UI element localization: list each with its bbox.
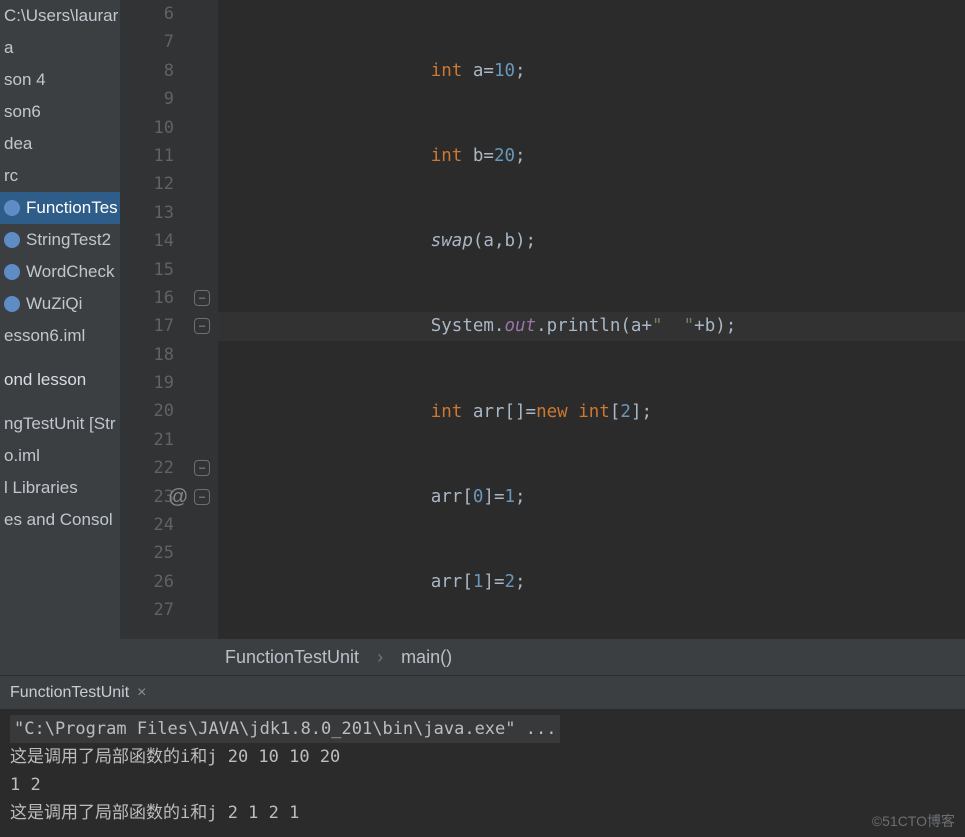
code-editor[interactable]: int a=10; int b=20; swap(a,b); System.ou… [218,0,965,639]
line-number: 9 [120,85,174,113]
sidebar-item-label: es and Consol [4,504,113,536]
line-number: 10 [120,114,174,142]
sidebar-item-label: a [4,32,13,64]
line-number: 7 [120,28,174,56]
line-number: 18 [120,341,174,369]
run-tab-label: FunctionTestUnit [10,684,129,702]
sidebar-item[interactable]: esson6.iml [0,320,120,352]
sidebar-item[interactable]: rc [0,160,120,192]
project-sidebar[interactable]: C:\Users\laurar ason 4son6dearcFunctionT… [0,0,120,639]
line-number: 15 [120,256,174,284]
line-number: 13 [120,199,174,227]
sidebar-item[interactable]: a [0,32,120,64]
sidebar-item-label: rc [4,160,18,192]
sidebar-section-header: ond lesson [0,364,120,396]
console-line: 这是调用了局部函数的i和j 20 10 10 20 [10,743,955,771]
line-number: 22 [120,454,174,482]
class-icon [4,296,20,312]
sidebar-item-label: l Libraries [4,472,78,504]
sidebar-item-label: o.iml [4,440,40,472]
sidebar-item[interactable]: son 4 [0,64,120,96]
sidebar-item-label: FunctionTes [26,192,118,224]
console-command: "C:\Program Files\JAVA\jdk1.8.0_201\bin\… [10,715,560,743]
watermark: ©51CTO博客 [872,811,955,831]
breadcrumb-class[interactable]: FunctionTestUnit [225,647,359,668]
line-number: 26 [120,568,174,596]
sidebar-item-label: esson6.iml [4,320,85,352]
line-number: 21 [120,426,174,454]
line-number: 25 [120,539,174,567]
sidebar-item[interactable]: FunctionTes [0,192,120,224]
line-number: 20 [120,397,174,425]
line-number: 6 [120,0,174,28]
fold-marker[interactable]: – [194,290,210,306]
sidebar-item-label: WordCheck [26,256,115,288]
fold-column[interactable]: – – – @ – [190,0,218,639]
breadcrumb-method[interactable]: main() [401,647,452,668]
sidebar-item-label: StringTest2 [26,224,111,256]
line-number: 17 [120,312,174,340]
breadcrumb[interactable]: FunctionTestUnit › main() [0,639,965,675]
sidebar-item[interactable]: WuZiQi [0,288,120,320]
line-number: 24 [120,511,174,539]
sidebar-item-label: ngTestUnit [Str [4,408,116,440]
line-number: 19 [120,369,174,397]
class-icon [4,200,20,216]
fold-marker[interactable]: – [194,318,210,334]
override-icon[interactable]: @ [168,486,188,509]
sidebar-item[interactable]: o.iml [0,440,120,472]
line-number: 14 [120,227,174,255]
sidebar-item[interactable]: es and Consol [0,504,120,536]
class-icon [4,264,20,280]
run-tool-tabs[interactable]: FunctionTestUnit × [0,675,965,709]
console-line: 1 2 [10,771,955,799]
console-output[interactable]: "C:\Program Files\JAVA\jdk1.8.0_201\bin\… [0,709,965,837]
line-number: 23 [120,483,174,511]
fold-marker[interactable]: – [194,489,210,505]
line-number: 16 [120,284,174,312]
project-path: C:\Users\laurar [0,0,120,32]
sidebar-item-label: son 4 [4,64,46,96]
sidebar-item[interactable]: son6 [0,96,120,128]
line-number: 27 [120,596,174,624]
chevron-right-icon: › [377,647,383,668]
sidebar-item[interactable]: dea [0,128,120,160]
close-icon[interactable]: × [137,684,146,702]
line-number: 8 [120,57,174,85]
sidebar-item-label: dea [4,128,32,160]
sidebar-item-label: son6 [4,96,41,128]
sidebar-item[interactable]: WordCheck [0,256,120,288]
run-tab[interactable]: FunctionTestUnit × [0,676,157,709]
sidebar-item[interactable]: ngTestUnit [Str [0,408,120,440]
line-number-gutter: 6789101112131415161718192021222324252627 [120,0,190,639]
sidebar-item[interactable]: l Libraries [0,472,120,504]
class-icon [4,232,20,248]
line-number: 11 [120,142,174,170]
fold-marker[interactable]: – [194,460,210,476]
sidebar-item[interactable]: StringTest2 [0,224,120,256]
line-number: 12 [120,170,174,198]
sidebar-item-label: WuZiQi [26,288,82,320]
console-line: 这是调用了局部函数的i和j 2 1 2 1 [10,799,955,827]
